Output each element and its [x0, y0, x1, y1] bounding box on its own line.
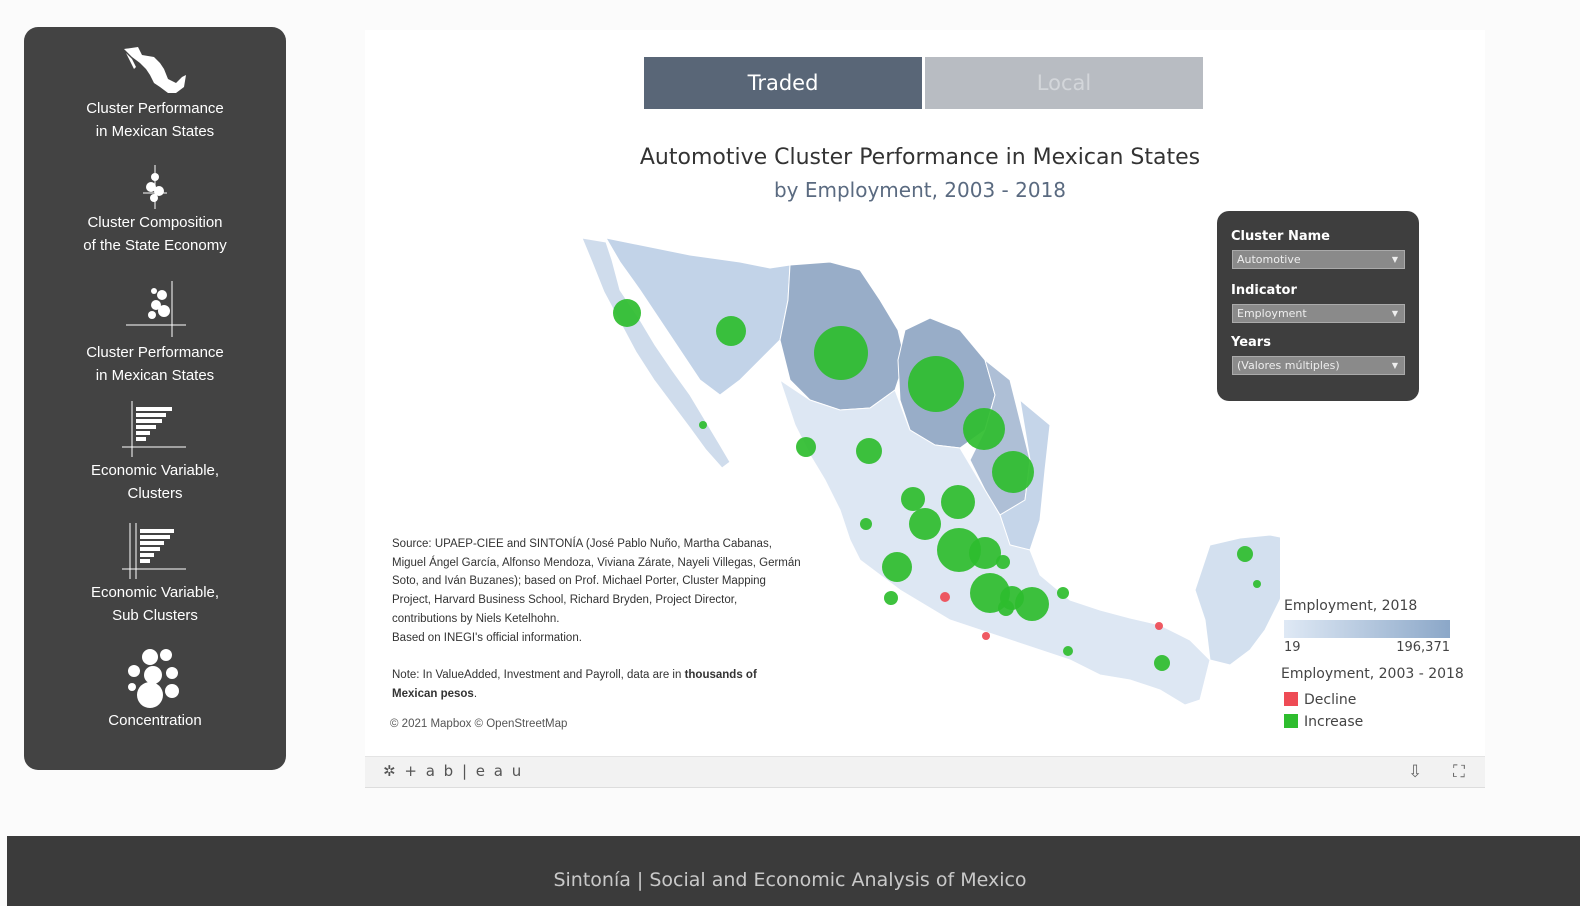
sidebar-item-label: Economic Variable, Clusters	[90, 462, 220, 502]
map-bubble[interactable]	[901, 487, 925, 511]
map-bubble[interactable]	[716, 316, 746, 346]
cluster-name-label: Cluster Name	[1231, 229, 1330, 244]
cluster-type-tabs: Traded Local	[644, 57, 1205, 109]
bar-chart-lines-icon	[122, 523, 186, 579]
footer-text: Sintonía | Social and Economic Analysis …	[553, 869, 1027, 891]
map-bubble[interactable]	[963, 408, 1005, 450]
note-suffix: .	[473, 687, 478, 700]
gradient-legend-max: 196,371	[1396, 640, 1450, 655]
fullscreen-icon[interactable]: ⛶	[1453, 762, 1465, 782]
legend-decline-label: Decline	[1304, 692, 1357, 708]
map-bubble[interactable]	[1155, 622, 1163, 630]
chevron-down-icon: ▼	[1391, 309, 1398, 318]
sidebar-item-label: Cluster Composition of the State Economy	[83, 214, 227, 254]
map-bubble[interactable]	[856, 438, 882, 464]
tableau-toolbar: ✲ + a b | e a u ⇩ ⛶	[365, 756, 1485, 788]
indicator-value: Employment	[1237, 307, 1307, 320]
sidebar-item-label: Cluster Performance in Mexican States	[86, 100, 224, 140]
map-bubble[interactable]	[940, 592, 950, 602]
viz-subtitle: by Employment, 2003 - 2018	[773, 178, 1067, 202]
indicator-label: Indicator	[1231, 283, 1297, 298]
map-bubble[interactable]	[1253, 580, 1261, 588]
sidebar-item-cluster-performance-map[interactable]: Cluster Performance in Mexican States	[24, 47, 286, 143]
map-bubble[interactable]	[969, 537, 1001, 569]
bar-chart-icon	[122, 401, 186, 457]
indicator-select[interactable]: Employment ▼	[1232, 304, 1405, 323]
tab-local[interactable]: Local	[925, 57, 1203, 109]
map-bubble[interactable]	[814, 326, 868, 380]
map-credit: © 2021 Mapbox © OpenStreetMap	[390, 718, 568, 730]
map-bubble[interactable]	[1057, 587, 1069, 599]
legend-item-increase[interactable]: Increase	[1284, 714, 1363, 730]
change-legend-title: Employment, 2003 - 2018	[1281, 666, 1464, 682]
map-bubble[interactable]	[1154, 655, 1170, 671]
map-bubble[interactable]	[992, 451, 1034, 493]
legend-increase-label: Increase	[1304, 714, 1364, 730]
bubbles-icon	[128, 649, 179, 708]
map-bubble[interactable]	[699, 421, 707, 429]
map-bubble[interactable]	[1237, 546, 1253, 562]
note-text: Note: In ValueAdded, Investment and Payr…	[392, 666, 802, 703]
sidebar-item-cluster-composition[interactable]: Cluster Composition of the State Economy	[24, 165, 286, 257]
bubble-stack-icon	[143, 165, 167, 209]
sidebar-item-label: Concentration	[108, 712, 202, 729]
tableau-logo: ✲ + a b | e a u	[383, 762, 523, 780]
gradient-legend-min: 19	[1284, 640, 1301, 655]
map-bubble[interactable]	[982, 632, 990, 640]
gradient-legend-bar	[1284, 620, 1450, 638]
sidebar-item-economic-variable-subclusters[interactable]: Economic Variable, Sub Clusters	[24, 523, 286, 627]
map-bubble[interactable]	[1063, 646, 1073, 656]
chevron-down-icon: ▼	[1391, 361, 1398, 370]
cluster-name-select[interactable]: Automotive ▼	[1232, 250, 1405, 269]
sidebar-nav: Cluster Performance in Mexican States Cl…	[24, 27, 286, 770]
decline-swatch	[1284, 692, 1298, 706]
source-citation: Source: UPAEP-CIEE and SINTONÍA (José Pa…	[392, 538, 801, 625]
source-text: Source: UPAEP-CIEE and SINTONÍA (José Pa…	[392, 535, 802, 647]
sidebar-item-label: Cluster Performance in Mexican States	[86, 344, 224, 384]
sidebar-item-economic-variable-clusters[interactable]: Economic Variable, Clusters	[24, 401, 286, 505]
years-label: Years	[1231, 335, 1271, 350]
mexico-map-icon	[124, 47, 186, 93]
map-bubble[interactable]	[996, 555, 1010, 569]
note-prefix: Note: In ValueAdded, Investment and Payr…	[392, 669, 685, 681]
map-bubble[interactable]	[1015, 587, 1049, 621]
map-bubble[interactable]	[613, 299, 641, 327]
viz-title: Automotive Cluster Performance in Mexica…	[639, 145, 1201, 170]
years-value: (Valores múltiples)	[1237, 359, 1340, 372]
chevron-down-icon: ▼	[1391, 255, 1398, 264]
tableau-logo-icon: ✲	[383, 762, 398, 780]
map-bubble[interactable]	[882, 552, 912, 582]
source-inegi: Based on INEGI's official information.	[392, 631, 582, 644]
sidebar-item-label: Economic Variable, Sub Clusters	[90, 584, 220, 624]
tableau-logo-text: + a b | e a u	[404, 762, 524, 780]
bubble-quadrant-icon	[126, 281, 186, 337]
legend-item-decline[interactable]: Decline	[1284, 692, 1356, 708]
years-select[interactable]: (Valores múltiples) ▼	[1232, 356, 1405, 375]
sidebar-item-cluster-performance-bubbles[interactable]: Cluster Performance in Mexican States	[24, 281, 286, 387]
share-icon[interactable]: ⇩	[1408, 762, 1422, 782]
filter-panel: Cluster Name Automotive ▼ Indicator Emplo…	[1217, 211, 1419, 401]
map-bubble[interactable]	[909, 508, 941, 540]
tab-traded[interactable]: Traded	[644, 57, 922, 109]
map-bubble[interactable]	[998, 600, 1014, 616]
map-bubble[interactable]	[860, 518, 872, 530]
map-bubble[interactable]	[884, 591, 898, 605]
map-bubble[interactable]	[796, 437, 816, 457]
map-bubble[interactable]	[941, 485, 975, 519]
gradient-legend-title: Employment, 2018	[1284, 598, 1418, 614]
cluster-name-value: Automotive	[1237, 253, 1301, 266]
increase-swatch	[1284, 714, 1298, 728]
map-bubble[interactable]	[908, 356, 964, 412]
sidebar-item-concentration[interactable]: Concentration	[24, 643, 286, 732]
